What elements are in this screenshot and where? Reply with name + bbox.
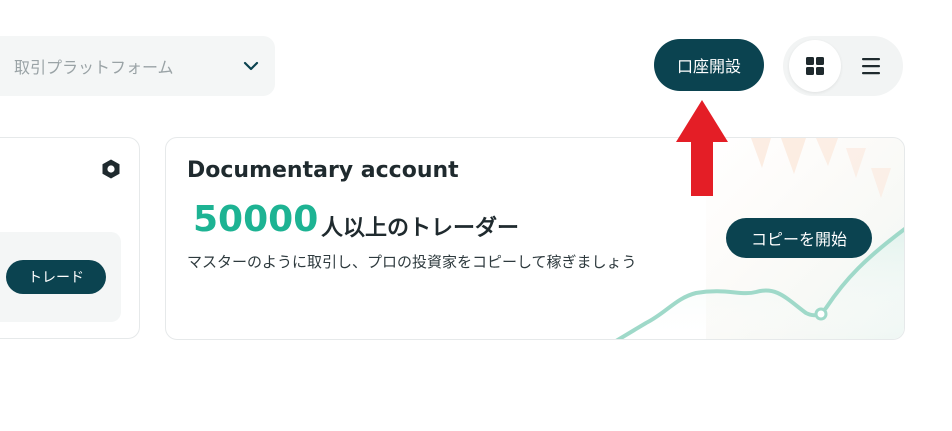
account-card-partial: トレード [0, 137, 140, 339]
trade-panel: トレード [0, 232, 121, 322]
grid-icon [806, 57, 824, 75]
trader-count: 50000 [193, 199, 319, 240]
red-arrow-indicator [676, 100, 728, 196]
trading-platform-select[interactable]: 取引プラットフォーム [0, 36, 275, 96]
documentary-account-card: Documentary account 50000 人以上のトレーダー マスター… [165, 137, 905, 340]
view-toggle [783, 36, 903, 96]
card-title: Documentary account [187, 158, 459, 183]
hexagon-icon [102, 159, 120, 179]
chevron-down-icon [243, 61, 259, 71]
start-copy-button[interactable]: コピーを開始 [726, 218, 872, 258]
trader-count-suffix: 人以上のトレーダー [321, 216, 520, 241]
trade-button[interactable]: トレード [6, 260, 106, 294]
card-description: マスターのように取引し、プロの投資家をコピーして稼ぎましょう [187, 253, 637, 271]
list-icon [862, 58, 880, 75]
trading-platform-placeholder: 取引プラットフォーム [14, 58, 174, 77]
grid-view-button[interactable] [789, 40, 841, 92]
open-account-button[interactable]: 口座開設 [654, 39, 764, 91]
list-view-button[interactable] [845, 40, 897, 92]
